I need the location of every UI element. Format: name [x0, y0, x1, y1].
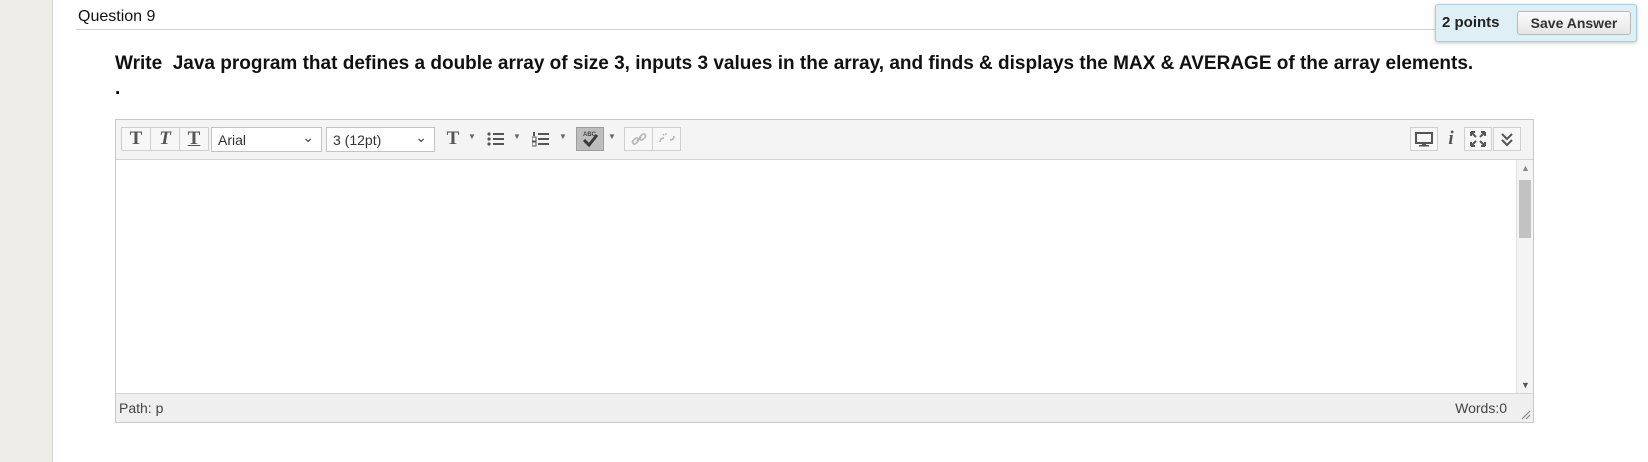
dropdown-arrow-icon[interactable]: ▼ — [608, 132, 616, 141]
points-label: 2 points — [1442, 14, 1500, 31]
editor-content-area[interactable] — [116, 160, 1533, 394]
underline-button[interactable]: T — [179, 127, 209, 151]
scroll-up-arrow-icon[interactable]: ▲ — [1517, 160, 1534, 177]
editor-scrollbar[interactable]: ▲ ▼ — [1516, 160, 1533, 394]
insert-link-button[interactable] — [624, 127, 653, 151]
spellcheck-button[interactable]: ABC — [576, 127, 604, 151]
question-trailing-dot: . — [115, 78, 121, 99]
fullscreen-button[interactable] — [1464, 127, 1492, 151]
underline-icon: T — [187, 128, 201, 149]
unlink-icon — [658, 133, 675, 143]
dropdown-arrow-icon[interactable]: ▼ — [468, 132, 476, 141]
text-color-icon: T — [446, 128, 460, 149]
link-icon — [631, 133, 646, 145]
expand-toolbar-button[interactable] — [1493, 127, 1521, 151]
dropdown-arrow-icon[interactable]: ▼ — [513, 132, 521, 141]
font-family-select[interactable]: Arial ⌄ — [211, 127, 322, 152]
word-count: Words:0 — [1455, 400, 1507, 416]
text-color-button[interactable]: T — [441, 127, 465, 151]
points-box: 2 points Save Answer — [1435, 4, 1637, 42]
numbered-list-button[interactable] — [529, 127, 553, 151]
preview-button[interactable] — [1410, 127, 1438, 151]
preview-icon — [1415, 132, 1433, 147]
editor-statusbar: Path: p Words:0 — [116, 393, 1533, 422]
chevron-down-icon: ⌄ — [415, 129, 427, 145]
scroll-down-arrow-icon[interactable]: ▼ — [1517, 377, 1534, 394]
info-button[interactable]: i — [1439, 127, 1463, 151]
dropdown-arrow-icon[interactable]: ▼ — [559, 132, 567, 141]
expand-toolbar-icon — [1501, 133, 1513, 147]
save-answer-button[interactable]: Save Answer — [1517, 11, 1631, 35]
fullscreen-icon — [1470, 131, 1486, 147]
answer-editor: T T T Arial ⌄ 3 (12pt) ⌄ T ▼ ▼ ▼ ABC ▼ i… — [115, 119, 1534, 423]
bold-icon: T — [129, 128, 143, 149]
spellcheck-icon: ABC — [582, 132, 599, 148]
unlink-button[interactable] — [652, 127, 681, 151]
left-rail — [0, 0, 53, 462]
font-size-select[interactable]: 3 (12pt) ⌄ — [326, 127, 435, 152]
question-header: Question 9 — [76, 0, 1636, 30]
bold-button[interactable]: T — [121, 127, 151, 151]
bullet-list-icon — [487, 132, 504, 146]
font-family-value: Arial — [218, 132, 247, 148]
font-size-value: 3 (12pt) — [333, 132, 382, 148]
chevron-down-icon: ⌄ — [302, 129, 314, 145]
italic-button[interactable]: T — [150, 127, 180, 151]
bullet-list-button[interactable] — [484, 127, 508, 151]
editor-toolbar: T T T Arial ⌄ 3 (12pt) ⌄ T ▼ ▼ ▼ ABC ▼ i — [116, 120, 1533, 160]
question-text: Write Java program that defines a double… — [115, 53, 1474, 74]
info-icon: i — [1448, 128, 1454, 149]
question-title: Question 9 — [78, 8, 156, 25]
resize-grip-icon[interactable] — [1519, 408, 1531, 420]
italic-icon: T — [159, 128, 171, 149]
path-label: Path: p — [119, 400, 164, 416]
scroll-thumb[interactable] — [1519, 180, 1531, 238]
numbered-list-icon — [532, 132, 549, 147]
